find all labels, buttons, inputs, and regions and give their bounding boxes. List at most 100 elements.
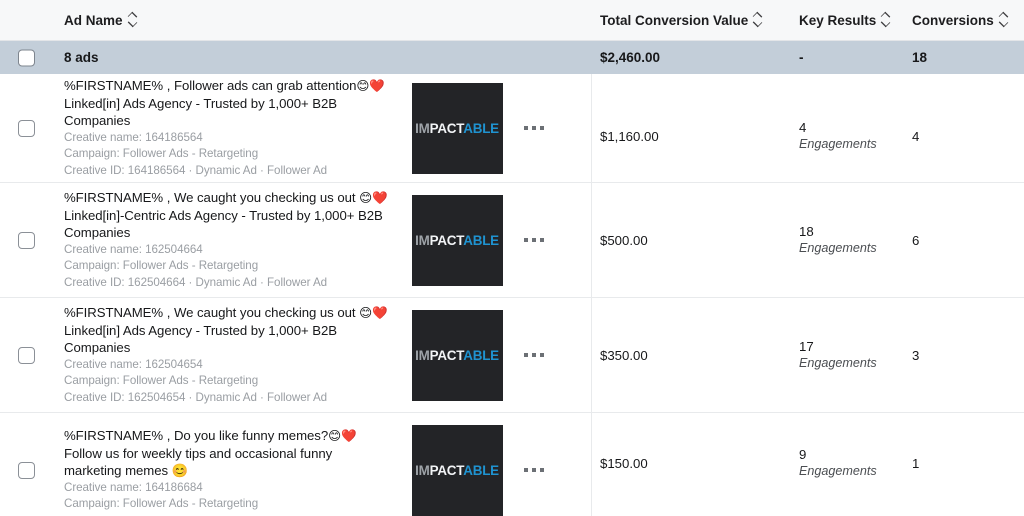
ad-thumbnail[interactable]: IMPACTABLE xyxy=(411,309,503,401)
table-row[interactable]: %FIRSTNAME% , Follower ads can grab atte… xyxy=(0,74,1024,183)
total-conversion-value-cell: $150.00 xyxy=(600,455,648,471)
key-results-label: Engagements xyxy=(799,241,877,255)
key-results-cell: 17 Engagements xyxy=(799,298,912,412)
ad-headline: %FIRSTNAME% , We caught you checking us … xyxy=(64,304,403,322)
sort-chevron-icon[interactable] xyxy=(128,13,137,27)
key-results-value: 4 xyxy=(799,120,807,135)
column-header-conversions[interactable]: Conversions xyxy=(912,13,1024,28)
logo-part-pact: PACT xyxy=(429,232,464,248)
more-horizontal-icon[interactable] xyxy=(524,238,544,242)
ad-thumbnail-column: IMPACTABLE xyxy=(409,309,505,401)
row-actions-column xyxy=(505,468,591,472)
column-header-label: Conversions xyxy=(912,12,994,28)
ad-creative-name: Creative name: 162504664 xyxy=(64,242,203,256)
summary-conversions: 18 xyxy=(912,50,928,65)
ad-headline-line-2: Linked[in] Ads Agency - Trusted by 1,000… xyxy=(64,95,338,111)
logo-part-im: IM xyxy=(415,232,430,248)
more-horizontal-icon[interactable] xyxy=(524,468,544,472)
row-actions-column xyxy=(505,353,591,357)
logo-part-pact: PACT xyxy=(429,347,464,363)
ad-creative-id: Creative ID: 162504664 · Dynamic Ad · Fo… xyxy=(64,275,328,289)
key-results-label: Engagements xyxy=(799,464,877,478)
row-checkbox[interactable] xyxy=(18,119,35,137)
ad-thumbnail[interactable]: IMPACTABLE xyxy=(411,424,503,516)
row-select-column xyxy=(0,346,64,364)
ad-headline-line-2: Follow us for weekly tips and occasional… xyxy=(64,445,333,461)
row-select-column xyxy=(0,119,64,137)
select-all-checkbox[interactable] xyxy=(18,49,35,66)
smiling-face-emoji: 😊 xyxy=(328,428,342,444)
impactable-logo: IMPACTABLE xyxy=(415,348,499,363)
red-heart-emoji: ❤️ xyxy=(341,428,357,444)
key-results-value: 17 xyxy=(799,339,814,354)
ad-headline: %FIRSTNAME% , We caught you checking us … xyxy=(64,189,403,207)
logo-part-able: ABLE xyxy=(463,462,499,478)
ad-headline: %FIRSTNAME% , Follower ads can grab atte… xyxy=(64,77,403,95)
sort-chevron-icon[interactable] xyxy=(881,13,890,27)
red-heart-emoji: ❤️ xyxy=(372,190,388,205)
logo-part-pact: PACT xyxy=(429,120,464,136)
ad-headline-line-1: %FIRSTNAME% , We caught you checking us … xyxy=(64,305,360,320)
sort-chevron-icon[interactable] xyxy=(753,13,762,27)
ad-creative-name: Creative name: 164186564 xyxy=(64,130,203,144)
table-summary-row: 8 ads $2,460.00 - 18 xyxy=(0,41,1024,74)
conversions-cell: 6 xyxy=(912,232,920,248)
conversions-cell: 3 xyxy=(912,347,920,363)
ad-headline-line-2: Linked[in] Ads Agency - Trusted by 1,000… xyxy=(64,322,338,338)
row-actions-column xyxy=(505,238,591,242)
impactable-logo: IMPACTABLE xyxy=(415,463,499,478)
smiling-face-emoji: 😊 xyxy=(356,78,370,93)
summary-ad-count: 8 ads xyxy=(64,50,99,65)
summary-ad-name-cell: 8 ads xyxy=(0,49,592,66)
ad-headline-line-1: %FIRSTNAME% , We caught you checking us … xyxy=(64,190,360,205)
ad-headline-line-3: Companies xyxy=(64,225,131,241)
column-header-ad-name[interactable]: Ad Name xyxy=(0,13,592,28)
conversions-cell: 4 xyxy=(912,128,920,144)
key-results-cell: 4 Engagements xyxy=(799,74,912,182)
smiling-face-emoji: 😊 xyxy=(359,190,373,205)
ad-headline-line-3: marketing memes 😊 xyxy=(64,463,189,479)
ad-thumbnail[interactable]: IMPACTABLE xyxy=(411,194,503,286)
table-row[interactable]: %FIRSTNAME% , Do you like funny memes?😊❤… xyxy=(0,413,1024,516)
row-checkbox[interactable] xyxy=(18,346,35,364)
logo-part-im: IM xyxy=(415,120,430,136)
more-horizontal-icon[interactable] xyxy=(524,353,544,357)
ad-headline-line-2: Linked[in]-Centric Ads Agency - Trusted … xyxy=(64,207,383,223)
ad-text-block: %FIRSTNAME% , We caught you checking us … xyxy=(64,304,409,406)
logo-part-able: ABLE xyxy=(463,120,499,136)
ad-campaign: Campaign: Follower Ads - Retargeting xyxy=(64,259,259,273)
table-row[interactable]: %FIRSTNAME% , We caught you checking us … xyxy=(0,183,1024,298)
more-horizontal-icon[interactable] xyxy=(524,126,544,130)
ad-text-block: %FIRSTNAME% , Follower ads can grab atte… xyxy=(64,77,409,179)
row-checkbox[interactable] xyxy=(18,231,35,249)
logo-part-able: ABLE xyxy=(463,347,499,363)
ad-creative-name: Creative name: 164186684 xyxy=(64,480,203,494)
column-header-label: Ad Name xyxy=(64,12,123,28)
key-results-cell: 18 Engagements xyxy=(799,183,912,297)
impactable-logo: IMPACTABLE xyxy=(415,121,499,136)
ad-name-cell: %FIRSTNAME% , We caught you checking us … xyxy=(0,183,592,297)
ad-thumbnail[interactable]: IMPACTABLE xyxy=(411,82,503,174)
logo-part-im: IM xyxy=(415,462,430,478)
key-results-cell: 9 Engagements xyxy=(799,413,912,516)
red-heart-emoji: ❤️ xyxy=(372,305,388,320)
ad-headline-line-1: %FIRSTNAME% , Do you like funny memes? xyxy=(64,428,329,444)
ad-name-cell: %FIRSTNAME% , Follower ads can grab atte… xyxy=(0,74,592,182)
key-results-value: 9 xyxy=(799,447,807,462)
ad-campaign: Campaign: Follower Ads - Retargeting xyxy=(64,374,259,388)
ad-text-block: %FIRSTNAME% , Do you like funny memes?😊❤… xyxy=(64,427,409,513)
sort-chevron-icon[interactable] xyxy=(999,13,1008,27)
ad-creative-id: Creative ID: 164186564 · Dynamic Ad · Fo… xyxy=(64,163,328,177)
ad-headline-line-3: Companies xyxy=(64,113,131,129)
column-header-total-conversion-value[interactable]: Total Conversion Value xyxy=(592,13,799,28)
ad-campaign: Campaign: Follower Ads - Retargeting xyxy=(64,497,259,511)
ad-headline: %FIRSTNAME% , Do you like funny memes?😊❤… xyxy=(64,427,403,445)
row-checkbox[interactable] xyxy=(18,461,35,479)
ad-creative-name: Creative name: 162504654 xyxy=(64,357,203,371)
ad-text-block: %FIRSTNAME% , We caught you checking us … xyxy=(64,189,409,291)
total-conversion-value-cell: $350.00 xyxy=(600,347,648,363)
table-row[interactable]: %FIRSTNAME% , We caught you checking us … xyxy=(0,298,1024,413)
column-header-key-results[interactable]: Key Results xyxy=(799,13,912,28)
column-header-label: Key Results xyxy=(799,12,877,28)
ad-thumbnail-column: IMPACTABLE xyxy=(409,194,505,286)
